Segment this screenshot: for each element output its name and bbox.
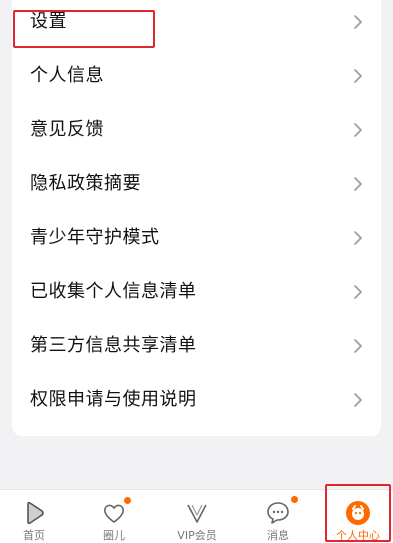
circle-heart-icon	[99, 497, 131, 528]
chevron-right-icon	[353, 339, 363, 353]
menu-item-collected-info-list[interactable]: 已收集个人信息清单	[12, 265, 381, 319]
tab-circle[interactable]: 圈儿	[92, 490, 136, 543]
tab-label: 首页	[23, 529, 45, 542]
chevron-right-icon	[353, 393, 363, 407]
chevron-right-icon	[353, 231, 363, 245]
vip-v-icon	[182, 498, 212, 528]
menu-item-personal-info[interactable]: 个人信息	[12, 49, 381, 103]
menu-item-privacy-summary[interactable]: 隐私政策摘要	[12, 157, 381, 211]
menu-item-settings[interactable]: 设置	[12, 0, 381, 49]
menu-card: 设置 个人信息 意见反馈 隐私政策摘要 青少年守护模式 已收集个人信息清单 第三…	[12, 0, 381, 436]
menu-item-label: 意见反馈	[30, 119, 104, 140]
menu-item-label: 第三方信息共享清单	[30, 335, 197, 356]
tab-messages[interactable]: 消息	[256, 490, 300, 543]
chevron-right-icon	[353, 123, 363, 137]
menu-item-label: 隐私政策摘要	[30, 173, 141, 194]
chevron-right-icon	[353, 15, 363, 29]
bottom-tab-bar: 首页 圈儿 VIP会员 消息 个人中心	[0, 489, 393, 543]
profile-face-icon	[343, 498, 373, 528]
chevron-right-icon	[353, 177, 363, 191]
menu-item-third-party-sharing-list[interactable]: 第三方信息共享清单	[12, 319, 381, 373]
profile-settings-screen: 设置 个人信息 意见反馈 隐私政策摘要 青少年守护模式 已收集个人信息清单 第三…	[0, 0, 393, 543]
tab-home[interactable]: 首页	[12, 490, 56, 543]
tab-vip[interactable]: VIP会员	[172, 490, 222, 543]
menu-item-label: 已收集个人信息清单	[30, 281, 197, 302]
tab-label: VIP会员	[177, 529, 217, 542]
chevron-right-icon	[353, 285, 363, 299]
tab-label: 个人中心	[336, 529, 380, 542]
tab-label: 圈儿	[103, 529, 125, 542]
tab-profile[interactable]: 个人中心	[333, 490, 383, 543]
chevron-right-icon	[353, 69, 363, 83]
tab-label: 消息	[267, 529, 289, 542]
notification-dot	[291, 496, 298, 503]
menu-item-feedback[interactable]: 意见反馈	[12, 103, 381, 157]
menu-item-permission-usage[interactable]: 权限申请与使用说明	[12, 373, 381, 427]
notification-dot	[124, 497, 131, 504]
menu-item-label: 青少年守护模式	[30, 227, 160, 248]
menu-item-teen-mode[interactable]: 青少年守护模式	[12, 211, 381, 265]
menu-item-label: 设置	[30, 11, 67, 32]
menu-item-label: 个人信息	[30, 65, 104, 86]
home-play-icon	[19, 498, 49, 528]
menu-item-label: 权限申请与使用说明	[30, 389, 197, 410]
message-bubble-icon	[263, 496, 298, 528]
